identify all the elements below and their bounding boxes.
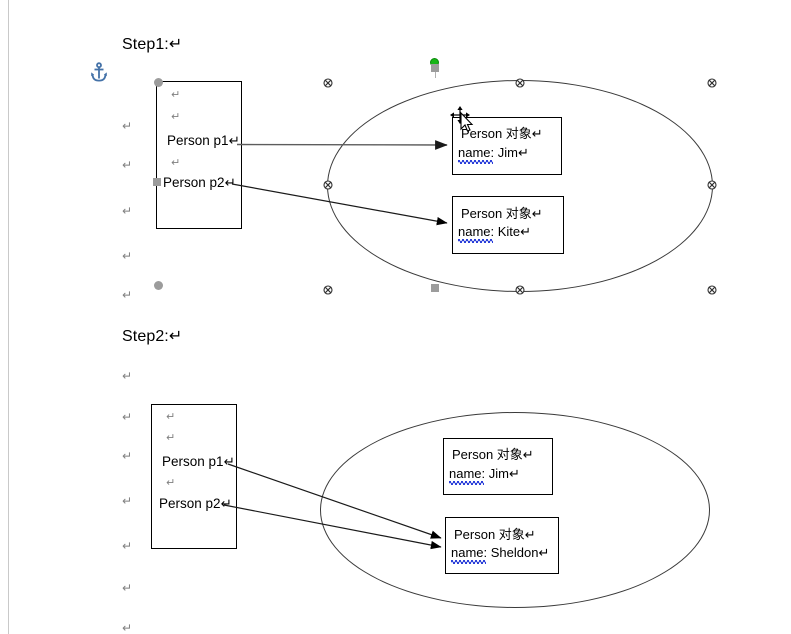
step1-heap-ellipse[interactable]: [327, 80, 713, 292]
spellcheck-squiggle-jim-step2: [449, 481, 484, 485]
handle-midleft-box[interactable]: [153, 178, 161, 186]
step1-stack-box[interactable]: [156, 81, 242, 229]
step1-heading: Step1:↵: [122, 36, 183, 53]
handle-bottom-mid[interactable]: [431, 284, 439, 292]
spellcheck-squiggle-sheldon: [451, 560, 486, 564]
handle-top-mid[interactable]: [431, 64, 439, 72]
pilcrow-margin-9: ↵: [122, 494, 133, 508]
person-object-kite-field: name: Kite↵: [458, 224, 532, 239]
person-object-jim-field: name: Jim↵: [458, 145, 529, 160]
person-object-kite-title: Person 对象↵: [461, 206, 543, 221]
step2-stack-box[interactable]: [151, 404, 237, 549]
pilcrow-margin-8: ↵: [122, 449, 133, 463]
step1-box-mark-3: ↵: [171, 157, 181, 169]
spellcheck-squiggle-kite: [458, 239, 493, 243]
person-object-jim-step2-title: Person 对象↵: [452, 447, 534, 462]
pilcrow-margin-5: ↵: [122, 288, 133, 302]
pilcrow-margin-6: ↵: [122, 369, 133, 383]
pilcrow-margin-4: ↵: [122, 249, 133, 263]
step1-label-person-p2: Person p2↵: [163, 175, 236, 190]
step1-label-person-p1: Person p1↵: [167, 133, 240, 148]
person-object-sheldon-title: Person 对象↵: [454, 527, 536, 542]
person-object-jim-step2-field: name: Jim↵: [449, 466, 520, 481]
step2-box-mark-2: ↵: [166, 432, 176, 444]
handle-ellipse-topleft: [323, 78, 333, 88]
pilcrow-margin-12: ↵: [122, 621, 133, 634]
handle-ellipse-bottomright: [707, 285, 717, 295]
step2-label-person-p2: Person p2↵: [159, 496, 232, 511]
handle-bottomleft-box[interactable]: [154, 281, 163, 290]
step1-box-mark-1: ↵: [171, 89, 181, 101]
pilcrow-margin-11: ↵: [122, 581, 133, 595]
handle-ellipse-topright: [707, 78, 717, 88]
spellcheck-squiggle-jim: [458, 160, 493, 164]
step2-label-person-p1: Person p1↵: [162, 454, 235, 469]
move-cursor-icon: [448, 106, 482, 141]
document-page: Step1:↵ ↵ ↵ Person p1↵ ↵ Person p2↵ Pers…: [0, 0, 791, 634]
step2-box-mark-1: ↵: [166, 411, 176, 423]
pilcrow-margin-2: ↵: [122, 158, 133, 172]
step2-heading: Step2:↵: [122, 328, 183, 345]
step2-box-mark-3: ↵: [166, 477, 176, 489]
step1-box-mark-2: ↵: [171, 111, 181, 123]
person-object-sheldon-field: name: Sheldon↵: [451, 545, 550, 560]
pilcrow-margin-3: ↵: [122, 204, 133, 218]
object-anchor-icon: [90, 62, 108, 87]
page-left-border: [8, 0, 9, 634]
handle-ellipse-bottomleft: [323, 285, 333, 295]
pilcrow-margin-7: ↵: [122, 410, 133, 424]
handle-topleft-box[interactable]: [154, 78, 163, 87]
pilcrow-margin-10: ↵: [122, 539, 133, 553]
pilcrow-margin-1: ↵: [122, 119, 133, 133]
